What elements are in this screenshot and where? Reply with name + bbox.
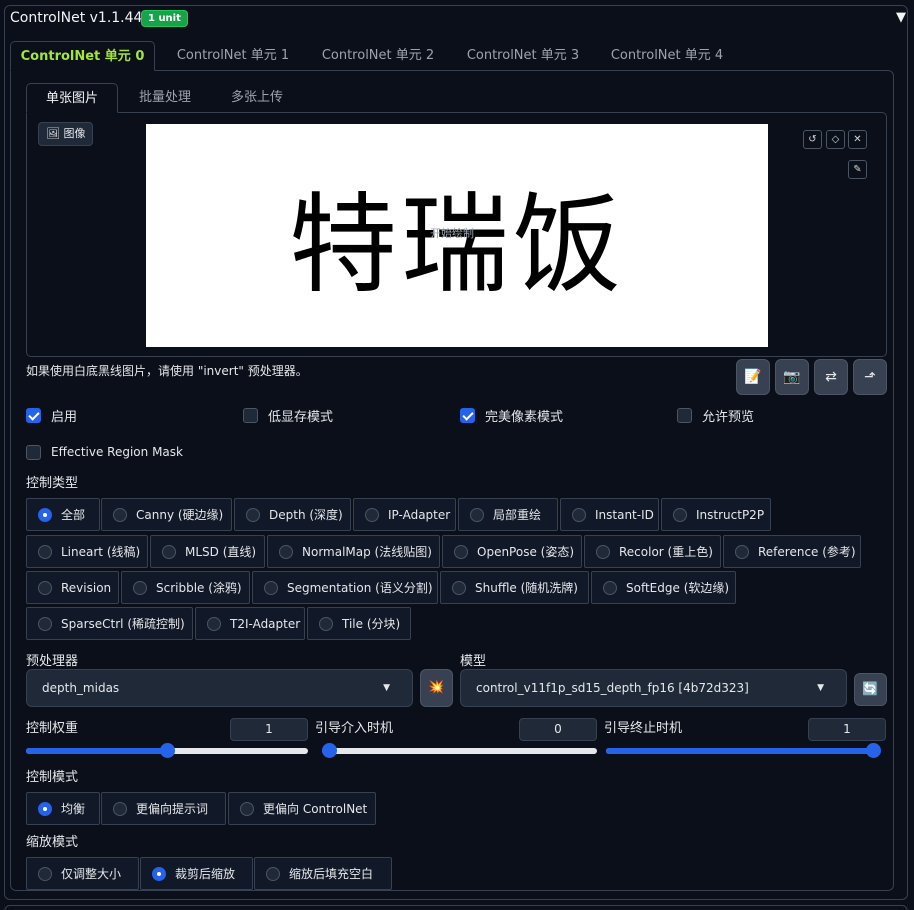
control-type-option[interactable]: Tile (分块) bbox=[307, 607, 411, 640]
control-type-option[interactable]: NormalMap (法线贴图) bbox=[267, 535, 440, 568]
tab-single-image[interactable]: 单张图片 bbox=[26, 83, 118, 113]
allow-preview-checkbox[interactable]: 允许预览 bbox=[677, 405, 754, 425]
control-type-option[interactable]: Instant-ID bbox=[560, 498, 659, 531]
control-type-option[interactable]: SoftEdge (软边缘) bbox=[591, 571, 736, 604]
collapse-icon[interactable]: ▼ bbox=[896, 10, 906, 25]
document-icon[interactable]: 📝 bbox=[736, 359, 770, 395]
camera-icon[interactable]: 📷 bbox=[775, 359, 809, 395]
effective-region-mask-checkbox[interactable]: Effective Region Mask bbox=[26, 442, 183, 462]
control-weight-input[interactable]: 1 bbox=[230, 718, 308, 741]
control-type-option[interactable]: SparseCtrl (稀疏控制) bbox=[26, 607, 193, 640]
image-icon: 🖼 bbox=[46, 127, 60, 140]
checkbox-box[interactable] bbox=[26, 444, 41, 460]
chevron-down-icon: ▼ bbox=[383, 683, 390, 693]
unit-count-badge: 1 unit bbox=[141, 10, 188, 27]
image-label: 🖼 图像 bbox=[38, 122, 94, 146]
model-dropdown[interactable]: control_v11f1p_sd15_depth_fp16 [4b72d323… bbox=[460, 669, 847, 707]
send-icon[interactable]: ⬏ bbox=[853, 359, 887, 395]
low-vram-checkbox[interactable]: 低显存模式 bbox=[243, 405, 333, 425]
guidance-end-label: 引导终止时机 bbox=[604, 721, 683, 736]
checkbox-box[interactable] bbox=[243, 407, 258, 423]
explode-icon[interactable]: 💥 bbox=[420, 669, 453, 707]
control-type-option[interactable]: 局部重绘 bbox=[458, 498, 558, 531]
control-type-label: 控制类型 bbox=[26, 476, 79, 491]
control-type-option[interactable]: Lineart (线稿) bbox=[26, 535, 148, 568]
control-weight-slider[interactable] bbox=[26, 743, 308, 759]
guidance-start-slider[interactable] bbox=[322, 743, 597, 759]
unit-tabs: ControlNet 单元 0 ControlNet 单元 1 ControlN… bbox=[10, 41, 894, 71]
checkbox-box[interactable] bbox=[26, 407, 41, 423]
tab-unit-3[interactable]: ControlNet 单元 3 bbox=[453, 41, 593, 71]
tab-batch[interactable]: 批量处理 bbox=[119, 83, 211, 113]
tab-unit-2[interactable]: ControlNet 单元 2 bbox=[308, 41, 448, 71]
guidance-end-slider[interactable] bbox=[606, 743, 881, 759]
resize-mode-option[interactable]: 缩放后填充空白 bbox=[254, 857, 392, 890]
canvas-hint: 开始绘制 bbox=[430, 227, 474, 240]
control-mode-option[interactable]: 更偏向 ControlNet bbox=[228, 792, 376, 825]
control-type-option[interactable]: InstructP2P bbox=[661, 498, 771, 531]
control-type-option[interactable]: Revision bbox=[26, 571, 119, 604]
preprocessor-label: 预处理器 bbox=[26, 654, 79, 669]
tab-unit-0[interactable]: ControlNet 单元 0 bbox=[10, 41, 155, 71]
invert-note: 如果使用白底黑线图片，请使用 "invert" 预处理器。 bbox=[26, 364, 308, 378]
control-type-option[interactable]: OpenPose (姿态) bbox=[442, 535, 582, 568]
refresh-icon[interactable]: 🔄 bbox=[854, 673, 887, 706]
checkbox-box[interactable] bbox=[460, 407, 475, 423]
control-type-option[interactable]: Segmentation (语义分割) bbox=[252, 571, 438, 604]
enable-checkbox[interactable]: 启用 bbox=[26, 405, 77, 425]
control-type-option[interactable]: Canny (硬边缘) bbox=[101, 498, 232, 531]
control-type-option[interactable]: Recolor (重上色) bbox=[584, 535, 721, 568]
resize-mode-label: 缩放模式 bbox=[26, 835, 79, 850]
resize-mode-option[interactable]: 仅调整大小 bbox=[26, 857, 139, 890]
chevron-down-icon: ▼ bbox=[817, 683, 824, 693]
guidance-end-input[interactable]: 1 bbox=[808, 718, 886, 741]
resize-mode-option[interactable]: 裁剪后缩放 bbox=[140, 857, 253, 890]
control-type-option[interactable]: Depth (深度) bbox=[234, 498, 351, 531]
control-type-option[interactable]: Scribble (涂鸦) bbox=[121, 571, 250, 604]
eraser-icon[interactable]: ◇ bbox=[826, 130, 845, 149]
control-type-option[interactable]: Shuffle (随机洗牌) bbox=[440, 571, 589, 604]
control-type-option[interactable]: MLSD (直线) bbox=[150, 535, 265, 568]
undo-icon[interactable]: ↺ bbox=[803, 130, 822, 149]
tab-multi-upload[interactable]: 多张上传 bbox=[211, 83, 303, 113]
brush-icon[interactable]: ✎ bbox=[848, 160, 867, 179]
guidance-start-label: 引导介入时机 bbox=[315, 721, 394, 736]
next-panel-edge bbox=[4, 905, 908, 910]
panel-title: ControlNet v1.1.449 bbox=[10, 10, 152, 26]
close-icon[interactable]: ✕ bbox=[848, 130, 867, 149]
tab-unit-1[interactable]: ControlNet 单元 1 bbox=[163, 41, 303, 71]
control-mode-option[interactable]: 更偏向提示词 bbox=[101, 792, 226, 825]
control-mode-label: 控制模式 bbox=[26, 770, 79, 785]
control-type-option[interactable]: T2I-Adapter bbox=[195, 607, 305, 640]
control-type-option[interactable]: Reference (参考) bbox=[723, 535, 861, 568]
control-type-option[interactable]: 全部 bbox=[26, 498, 100, 531]
guidance-start-input[interactable]: 0 bbox=[519, 718, 597, 741]
swap-icon[interactable]: ⇄ bbox=[814, 359, 848, 395]
model-label: 模型 bbox=[460, 654, 487, 669]
checkbox-box[interactable] bbox=[677, 407, 692, 423]
pixel-perfect-checkbox[interactable]: 完美像素模式 bbox=[460, 405, 563, 425]
preprocessor-dropdown[interactable]: depth_midas ▼ bbox=[26, 669, 413, 707]
control-weight-label: 控制权重 bbox=[26, 721, 79, 736]
control-type-option[interactable]: IP-Adapter bbox=[353, 498, 456, 531]
tab-unit-4[interactable]: ControlNet 单元 4 bbox=[597, 41, 737, 71]
control-mode-option[interactable]: 均衡 bbox=[26, 792, 100, 825]
